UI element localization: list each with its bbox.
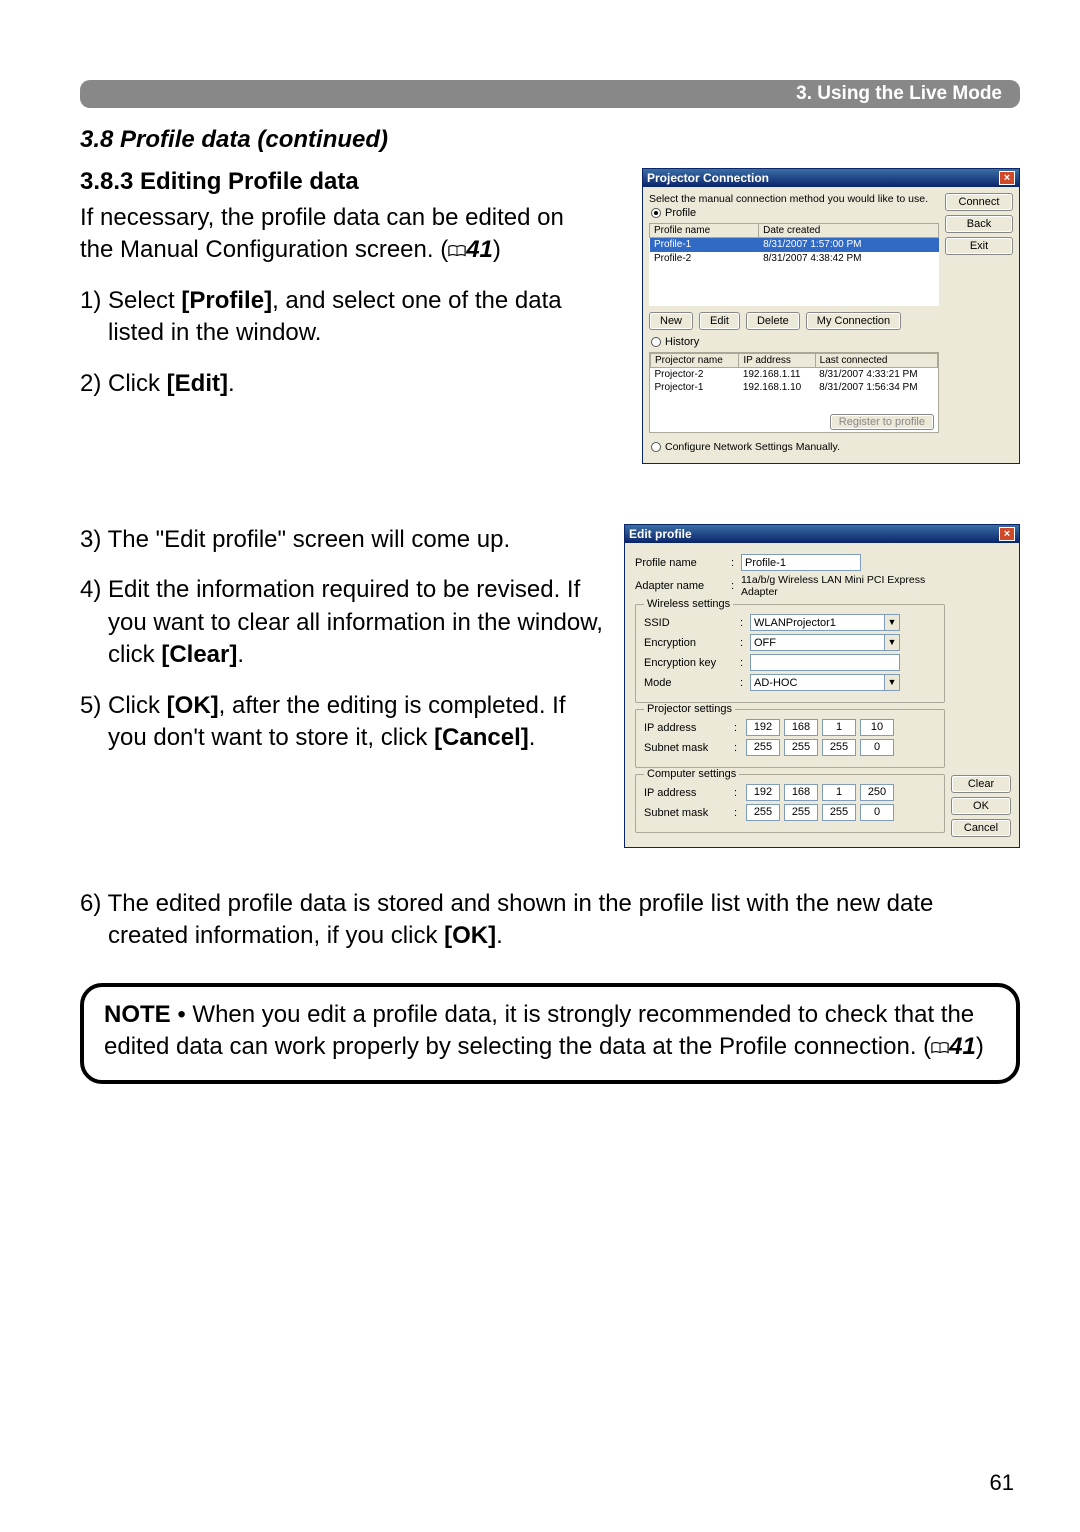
mask-octet-input[interactable]: 255 xyxy=(784,739,818,756)
page-number: 61 xyxy=(990,1470,1014,1496)
col-ip-address: IP address xyxy=(739,354,815,368)
note-label: NOTE xyxy=(104,1001,171,1028)
label-encryption-key: Encryption key xyxy=(644,657,740,669)
step-4: 4) Edit the information required to be r… xyxy=(80,574,604,671)
mask-octet-input[interactable]: 255 xyxy=(822,739,856,756)
edit-profile-dialog: Edit profile × Profile name : Adapter na… xyxy=(624,524,1020,848)
col-last-connected: Last connected xyxy=(815,354,937,368)
radio-icon xyxy=(651,442,661,452)
step-6: 6) The edited profile data is stored and… xyxy=(80,888,1020,953)
my-connection-button[interactable]: My Connection xyxy=(806,312,901,330)
mask-octet-input[interactable]: 255 xyxy=(746,739,780,756)
encryption-key-input[interactable] xyxy=(750,654,900,671)
note-box: NOTE • When you edit a profile data, it … xyxy=(80,983,1020,1084)
dialog-title-text: Edit profile xyxy=(629,527,692,541)
ip-octet-input[interactable]: 168 xyxy=(784,784,818,801)
mask-octet-input[interactable]: 0 xyxy=(860,739,894,756)
edit-button[interactable]: Edit xyxy=(699,312,740,330)
table-row[interactable]: Profile-2 8/31/2007 4:38:42 PM xyxy=(650,252,939,266)
ip-octet-input[interactable]: 192 xyxy=(746,784,780,801)
step-2: 2) Click [Edit]. xyxy=(80,368,622,400)
book-icon xyxy=(931,1041,949,1055)
label-encryption: Encryption xyxy=(644,637,740,649)
profile-name-input[interactable] xyxy=(741,554,861,571)
step-1: 1) Select [Profile], and select one of t… xyxy=(80,285,622,350)
register-to-profile-button[interactable]: Register to profile xyxy=(830,414,934,430)
book-icon xyxy=(448,244,466,258)
dialog-titlebar: Projector Connection × xyxy=(643,169,1019,187)
radio-manual-config[interactable]: Configure Network Settings Manually. xyxy=(651,435,939,453)
history-table[interactable]: Projector name IP address Last connected… xyxy=(650,353,938,412)
col-profile-name: Profile name xyxy=(650,224,759,238)
heading-editing-profile-data: 3.8.3 Editing Profile data xyxy=(80,168,622,196)
table-row[interactable]: Projector-2 192.168.1.11 8/31/2007 4:33:… xyxy=(651,368,938,382)
connect-button[interactable]: Connect xyxy=(945,193,1013,211)
computer-settings-group: Computer settings IP address: 192 168 1 … xyxy=(635,774,945,833)
ok-button[interactable]: OK xyxy=(951,797,1011,815)
col-date-created: Date created xyxy=(759,224,939,238)
table-row[interactable]: Projector-1 192.168.1.10 8/31/2007 1:56:… xyxy=(651,381,938,394)
clear-button[interactable]: Clear xyxy=(951,775,1011,793)
mask-octet-input[interactable]: 0 xyxy=(860,804,894,821)
ip-octet-input[interactable]: 1 xyxy=(822,784,856,801)
ip-octet-input[interactable]: 10 xyxy=(860,719,894,736)
close-icon[interactable]: × xyxy=(999,527,1015,541)
ip-octet-input[interactable]: 1 xyxy=(822,719,856,736)
new-button[interactable]: New xyxy=(649,312,693,330)
dialog-title-text: Projector Connection xyxy=(647,171,769,185)
mask-octet-input[interactable]: 255 xyxy=(784,804,818,821)
intro-text-line2: the Manual Configuration screen. (41) xyxy=(80,234,622,266)
radio-icon xyxy=(651,208,661,218)
ip-octet-input[interactable]: 250 xyxy=(860,784,894,801)
mask-octet-input[interactable]: 255 xyxy=(746,804,780,821)
radio-icon xyxy=(651,337,661,347)
label-ip-address: IP address xyxy=(644,722,730,734)
mode-select[interactable] xyxy=(750,674,900,691)
chevron-down-icon[interactable]: ▼ xyxy=(884,675,899,690)
chevron-down-icon[interactable]: ▼ xyxy=(884,635,899,650)
intro-text-line1: If necessary, the profile data can be ed… xyxy=(80,202,622,234)
cancel-button[interactable]: Cancel xyxy=(951,819,1011,837)
dialog-titlebar: Edit profile × xyxy=(625,525,1019,543)
step-3: 3) The "Edit profile" screen will come u… xyxy=(80,524,604,556)
delete-button[interactable]: Delete xyxy=(746,312,800,330)
ip-octet-input[interactable]: 168 xyxy=(784,719,818,736)
exit-button[interactable]: Exit xyxy=(945,237,1013,255)
label-profile-name: Profile name xyxy=(635,557,731,569)
close-icon[interactable]: × xyxy=(999,171,1015,185)
profile-table[interactable]: Profile name Date created Profile-1 8/31… xyxy=(649,223,939,306)
wireless-settings-group: Wireless settings SSID : ▼ Encryptio xyxy=(635,604,945,703)
label-subnet-mask: Subnet mask xyxy=(644,742,730,754)
adapter-name-value: 11a/b/g Wireless LAN Mini PCI Express Ad… xyxy=(741,574,945,598)
step-5: 5) Click [OK], after the editing is comp… xyxy=(80,690,604,755)
radio-profile[interactable]: Profile xyxy=(651,207,939,219)
back-button[interactable]: Back xyxy=(945,215,1013,233)
instruction-text: Select the manual connection method you … xyxy=(649,193,939,205)
label-subnet-mask: Subnet mask xyxy=(644,807,730,819)
section-bar: 3. Using the Live Mode xyxy=(80,80,1020,108)
ssid-select[interactable] xyxy=(750,614,900,631)
encryption-select[interactable] xyxy=(750,634,900,651)
projector-settings-group: Projector settings IP address: 192 168 1… xyxy=(635,709,945,768)
label-ip-address: IP address xyxy=(644,787,730,799)
label-mode: Mode xyxy=(644,677,740,689)
label-ssid: SSID xyxy=(644,617,740,629)
label-adapter-name: Adapter name xyxy=(635,580,731,592)
col-projector-name: Projector name xyxy=(651,354,739,368)
chevron-down-icon[interactable]: ▼ xyxy=(884,615,899,630)
subtitle: 3.8 Profile data (continued) xyxy=(80,126,1020,154)
ip-octet-input[interactable]: 192 xyxy=(746,719,780,736)
radio-history[interactable]: History xyxy=(651,336,939,348)
projector-connection-dialog: Projector Connection × Select the manual… xyxy=(642,168,1020,464)
mask-octet-input[interactable]: 255 xyxy=(822,804,856,821)
table-row[interactable]: Profile-1 8/31/2007 1:57:00 PM xyxy=(650,238,939,252)
